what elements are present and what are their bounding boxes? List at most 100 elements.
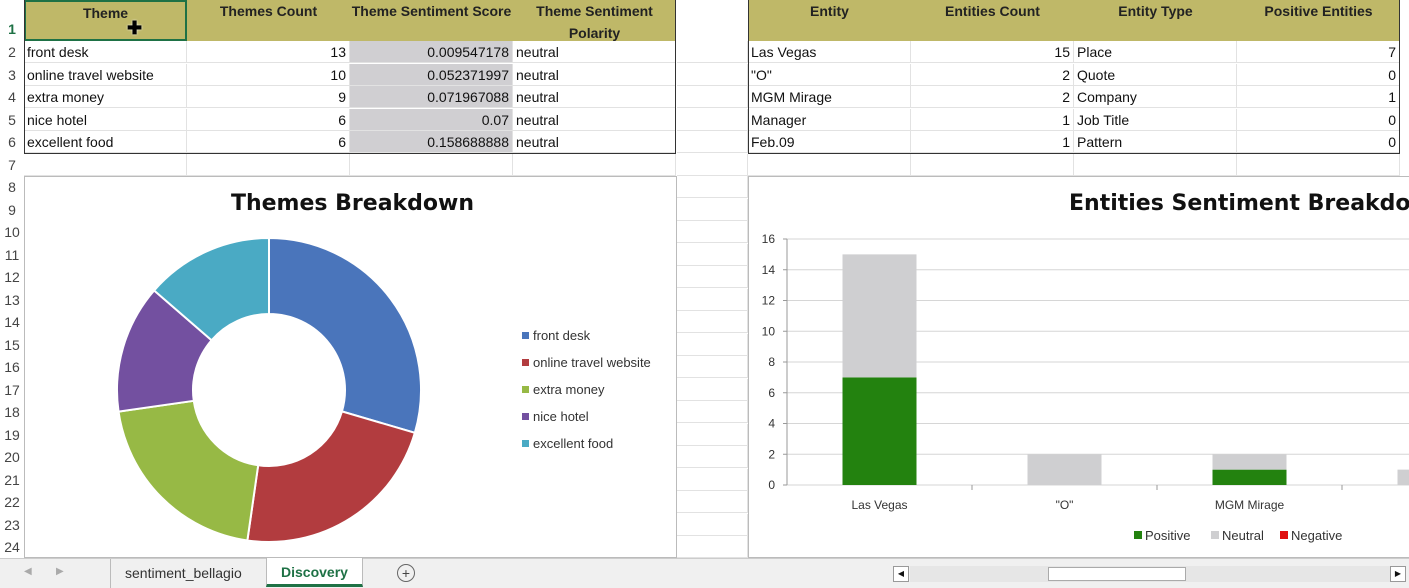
theme-cell[interactable]: 10 (187, 63, 350, 86)
row-header[interactable]: 2 (0, 41, 24, 64)
entity-cell[interactable]: Job Title (1074, 108, 1237, 131)
row-header[interactable]: 4 (0, 86, 24, 109)
theme-header[interactable]: Theme Sentiment Score (350, 0, 513, 41)
theme-cell[interactable]: online travel website (24, 63, 187, 86)
entity-cell[interactable]: 15 (911, 41, 1074, 63)
empty-cell[interactable] (677, 536, 748, 558)
themes-chart[interactable]: Themes Breakdown front desk online travel… (24, 176, 677, 558)
empty-cell[interactable] (677, 378, 748, 401)
row-header[interactable]: 16 (0, 356, 24, 379)
row-header[interactable]: 5 (0, 108, 24, 131)
scrollbar-right-arrow[interactable]: ▶ (1390, 566, 1406, 582)
empty-cell[interactable] (677, 288, 748, 311)
bar-neutral[interactable] (1212, 454, 1287, 470)
row-header[interactable]: 15 (0, 333, 24, 356)
row-header[interactable]: 7 (0, 153, 24, 176)
empty-cell[interactable] (677, 468, 748, 491)
empty-cell[interactable] (677, 423, 748, 446)
empty-cell[interactable] (677, 266, 748, 288)
theme-cell[interactable]: 0.071967088 (350, 86, 513, 108)
empty-cell[interactable] (677, 41, 748, 63)
empty-cell[interactable] (677, 401, 748, 423)
empty-cell[interactable] (677, 243, 748, 266)
empty-cell[interactable] (911, 153, 1074, 176)
entity-cell[interactable]: 7 (1237, 41, 1400, 63)
bar-positive[interactable] (842, 377, 917, 485)
empty-cell[interactable] (677, 131, 748, 153)
scroll-tabs-right[interactable]: ▶ (56, 566, 64, 577)
entity-cell[interactable]: "O" (748, 63, 911, 86)
row-header[interactable]: 24 (0, 536, 24, 559)
donut-slice-0[interactable] (268, 236, 422, 435)
row-header[interactable]: 9 (0, 198, 24, 221)
entity-cell[interactable]: 0 (1237, 63, 1400, 86)
empty-cell[interactable] (677, 86, 748, 108)
entity-cell[interactable]: MGM Mirage (748, 86, 911, 108)
empty-cell[interactable] (677, 153, 748, 176)
empty-cell[interactable] (677, 513, 748, 536)
theme-cell[interactable]: extra money (24, 86, 187, 108)
theme-cell[interactable]: excellent food (24, 131, 187, 153)
empty-cell[interactable] (677, 491, 748, 513)
theme-header[interactable]: Theme (24, 0, 187, 41)
theme-cell[interactable]: neutral (513, 86, 676, 108)
theme-cell[interactable]: front desk (24, 41, 187, 63)
row-header[interactable]: 19 (0, 423, 24, 446)
row-header[interactable]: 3 (0, 63, 24, 86)
empty-cell[interactable] (677, 446, 748, 468)
theme-cell[interactable]: neutral (513, 131, 676, 153)
horizontal-scrollbar[interactable] (910, 566, 1390, 582)
entity-header[interactable]: Positive Entities (1237, 0, 1400, 41)
empty-cell[interactable] (677, 198, 748, 221)
entity-cell[interactable]: Feb.09 (748, 131, 911, 153)
entity-cell[interactable]: Pattern (1074, 131, 1237, 153)
entity-cell[interactable]: Company (1074, 86, 1237, 108)
empty-cell[interactable] (677, 63, 748, 86)
theme-cell[interactable]: 9 (187, 86, 350, 108)
empty-cell[interactable] (24, 153, 187, 176)
empty-cell[interactable] (513, 153, 676, 176)
row-header[interactable]: 21 (0, 468, 24, 491)
scrollbar-thumb[interactable] (1048, 567, 1186, 581)
empty-cell[interactable] (677, 333, 748, 356)
entity-cell[interactable]: 1 (911, 131, 1074, 153)
empty-cell[interactable] (677, 311, 748, 333)
row-header[interactable]: 6 (0, 131, 24, 154)
entity-header[interactable]: Entity (748, 0, 911, 41)
entity-header[interactable]: Entity Type (1074, 0, 1237, 41)
theme-cell[interactable]: neutral (513, 108, 676, 131)
theme-cell[interactable]: 0.158688888 (350, 131, 513, 153)
empty-cell[interactable] (1074, 153, 1237, 176)
row-header[interactable]: 13 (0, 288, 24, 311)
theme-cell[interactable]: 6 (187, 131, 350, 153)
scroll-tabs-left[interactable]: ◀ (24, 566, 32, 577)
entity-cell[interactable]: Place (1074, 41, 1237, 63)
donut-slice-2[interactable] (117, 399, 260, 542)
scrollbar-left-arrow[interactable]: ◀ (893, 566, 909, 582)
row-header[interactable]: 10 (0, 221, 24, 244)
entity-header[interactable]: Entities Count (911, 0, 1074, 41)
empty-cell[interactable] (677, 176, 748, 198)
empty-cell[interactable] (677, 221, 748, 243)
row-header[interactable]: 8 (0, 176, 24, 199)
theme-cell[interactable]: 13 (187, 41, 350, 63)
empty-cell[interactable] (677, 108, 748, 131)
bar-neutral[interactable] (842, 254, 917, 378)
theme-cell[interactable]: 6 (187, 108, 350, 131)
row-header[interactable]: 1 (0, 0, 24, 41)
empty-cell[interactable] (677, 356, 748, 378)
empty-cell[interactable] (350, 153, 513, 176)
row-header[interactable]: 20 (0, 446, 24, 469)
donut-slice-1[interactable] (246, 410, 417, 543)
add-sheet-icon[interactable]: + (397, 564, 415, 582)
sheet-tab-discovery[interactable]: Discovery (266, 558, 363, 587)
theme-header[interactable]: Themes Count (187, 0, 350, 41)
theme-header[interactable]: Theme Sentiment Polarity (513, 0, 676, 41)
row-header[interactable]: 23 (0, 513, 24, 536)
sheet-tab-sentiment-bellagio[interactable]: sentiment_bellagio (110, 559, 256, 588)
row-header[interactable]: 18 (0, 401, 24, 424)
entities-chart[interactable]: Entities Sentiment Breakdown 0 2 4 6 8 10 12 14… (748, 176, 1409, 558)
entity-cell[interactable]: Manager (748, 108, 911, 131)
row-header[interactable]: 22 (0, 491, 24, 514)
entity-cell[interactable]: Quote (1074, 63, 1237, 86)
